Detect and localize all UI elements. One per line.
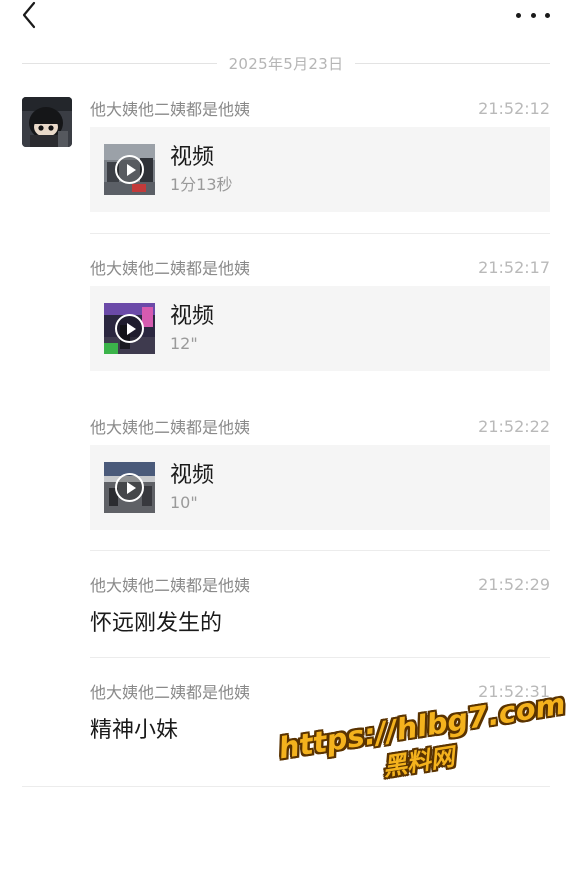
message-header: 他大姨他二姨都是他姨 21:52:22 [90,414,550,438]
divider-line [355,62,550,64]
video-info: 视频 10" [170,461,214,515]
message-separator [90,657,550,658]
sender-name[interactable]: 他大姨他二姨都是他姨 [90,679,250,703]
avatar[interactable] [22,97,72,147]
message-header: 他大姨他二姨都是他姨 21:52:17 [90,255,550,279]
video-title: 视频 [170,144,215,170]
message-time: 21:52:17 [478,257,550,277]
more-dot [530,12,536,18]
video-title: 视频 [170,303,215,329]
message-header: 他大姨他二姨都是他姨 21:52:12 [90,96,550,120]
more-dots-icon [516,12,521,18]
video-thumbnail [104,144,155,195]
message-text[interactable]: 精神小妹 [90,712,550,744]
video-duration: 12" [170,333,198,353]
message-item: 他大姨他二姨都是他姨 21:52:17 视频 12" [90,256,550,371]
video-duration: 10" [170,492,198,512]
more-dot [545,12,550,18]
chevron-left-icon [22,1,36,29]
message-separator [22,786,550,787]
more-options-button[interactable] [516,2,550,28]
message-header: 他大姨他二姨都是他姨 21:52:31 [90,679,550,703]
sender-name[interactable]: 他大姨他二姨都是他姨 [90,255,250,279]
video-info: 视频 1分13秒 [170,143,233,197]
date-label: 2025年5月23日 [228,54,344,73]
sender-name[interactable]: 他大姨他二姨都是他姨 [90,572,250,596]
video-card[interactable]: 视频 12" [90,286,550,371]
avatar-image [22,97,72,147]
message-time: 21:52:29 [478,574,550,594]
play-icon [115,314,144,343]
message-item: 他大姨他二姨都是他姨 21:52:22 视频 10" [90,415,550,530]
video-card[interactable]: 视频 1分13秒 [90,127,550,212]
message-item: 他大姨他二姨都是他姨 21:52:29 怀远刚发生的 [90,573,550,637]
message-item: 他大姨他二姨都是他姨 21:52:31 精神小妹 [90,680,550,744]
date-divider: 2025年5月23日 [22,52,550,74]
message-separator [90,233,550,234]
sender-name[interactable]: 他大姨他二姨都是他姨 [90,96,250,120]
video-title: 视频 [170,462,215,488]
play-icon [115,473,144,502]
video-duration: 1分13秒 [170,174,233,194]
divider-line [22,62,217,64]
chat-history-page: 2025年5月23日 他大姨他二姨都是他姨 21:52:12 视频 1分13秒 … [0,0,572,877]
message-header: 他大姨他二姨都是他姨 21:52:29 [90,572,550,596]
message-item: 他大姨他二姨都是他姨 21:52:12 视频 1分13秒 [90,97,550,212]
message-text[interactable]: 怀远刚发生的 [90,605,550,637]
video-card[interactable]: 视频 10" [90,445,550,530]
video-thumbnail [104,303,155,354]
video-info: 视频 12" [170,302,214,356]
message-time: 21:52:22 [478,416,550,436]
play-icon [115,155,144,184]
back-button[interactable] [14,0,44,30]
message-time: 21:52:31 [478,681,550,701]
message-time: 21:52:12 [478,98,550,118]
message-separator [90,550,550,551]
video-thumbnail [104,462,155,513]
sender-name[interactable]: 他大姨他二姨都是他姨 [90,414,250,438]
